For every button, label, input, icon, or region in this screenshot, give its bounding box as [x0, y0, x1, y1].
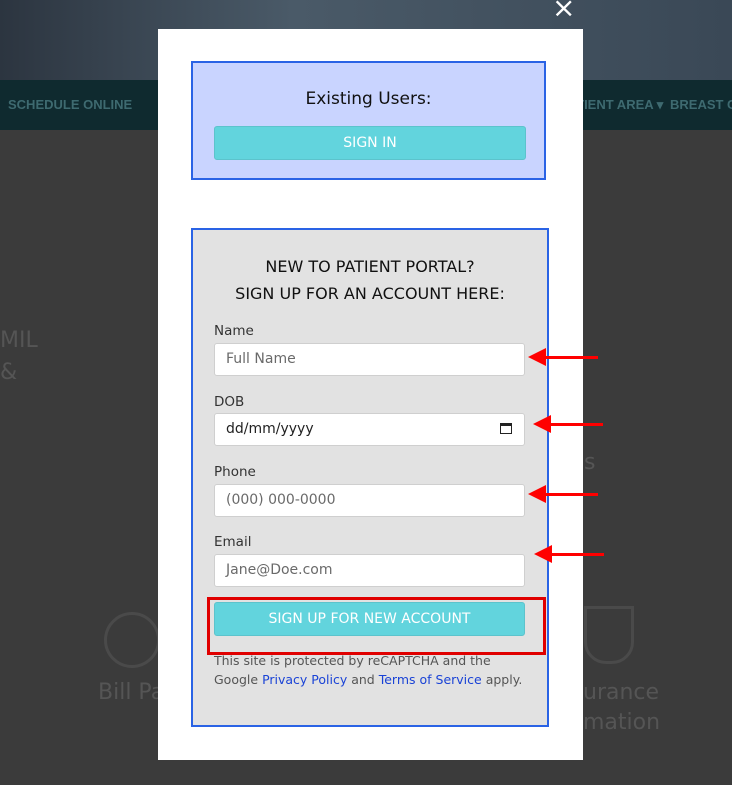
existing-users-heading: Existing Users: — [305, 89, 432, 109]
sign-in-button[interactable]: SIGN IN — [214, 126, 526, 160]
name-placeholder: Full Name — [226, 351, 296, 367]
shield-icon — [584, 606, 634, 664]
insurance-label-2[interactable]: mation — [583, 710, 660, 735]
calendar-icon[interactable] — [500, 423, 512, 434]
dob-field[interactable]: dd/mm/yyyy — [214, 413, 525, 446]
email-label: Email — [214, 534, 252, 550]
email-field[interactable]: Jane@Doe.com — [214, 554, 525, 587]
dob-label: DOB — [214, 394, 245, 410]
dob-value: dd/mm/yyyy — [226, 421, 314, 437]
dollar-icon — [104, 612, 160, 668]
terms-of-service-link[interactable]: Terms of Service — [379, 672, 482, 687]
phone-label: Phone — [214, 464, 256, 480]
nav-schedule-online[interactable]: SCHEDULE ONLINE — [8, 97, 132, 112]
bg-text-fragment: s — [584, 450, 596, 475]
close-icon[interactable]: × — [552, 0, 575, 22]
nav-breast[interactable]: BREAST C — [670, 97, 732, 112]
bg-text-fragment: & — [0, 360, 18, 385]
highlight-box — [207, 597, 546, 655]
name-label: Name — [214, 323, 254, 339]
name-field[interactable]: Full Name — [214, 343, 525, 376]
signup-heading: NEW TO PATIENT PORTAL? — [265, 257, 475, 276]
privacy-policy-link[interactable]: Privacy Policy — [262, 672, 347, 687]
fineprint-post: apply. — [481, 672, 523, 687]
existing-users-panel: Existing Users: SIGN IN — [191, 61, 546, 180]
recaptcha-notice: This site is protected by reCAPTCHA and … — [214, 651, 532, 689]
bg-text-fragment: MIL — [0, 328, 38, 353]
fineprint-and: and — [347, 672, 379, 687]
email-placeholder: Jane@Doe.com — [226, 562, 333, 578]
phone-field[interactable]: (000) 000-0000 — [214, 484, 525, 517]
insurance-label[interactable]: urance — [583, 680, 659, 705]
bill-pay-label[interactable]: Bill Pa — [98, 680, 164, 705]
phone-placeholder: (000) 000-0000 — [226, 492, 336, 508]
signup-subheading: SIGN UP FOR AN ACCOUNT HERE: — [235, 284, 505, 303]
